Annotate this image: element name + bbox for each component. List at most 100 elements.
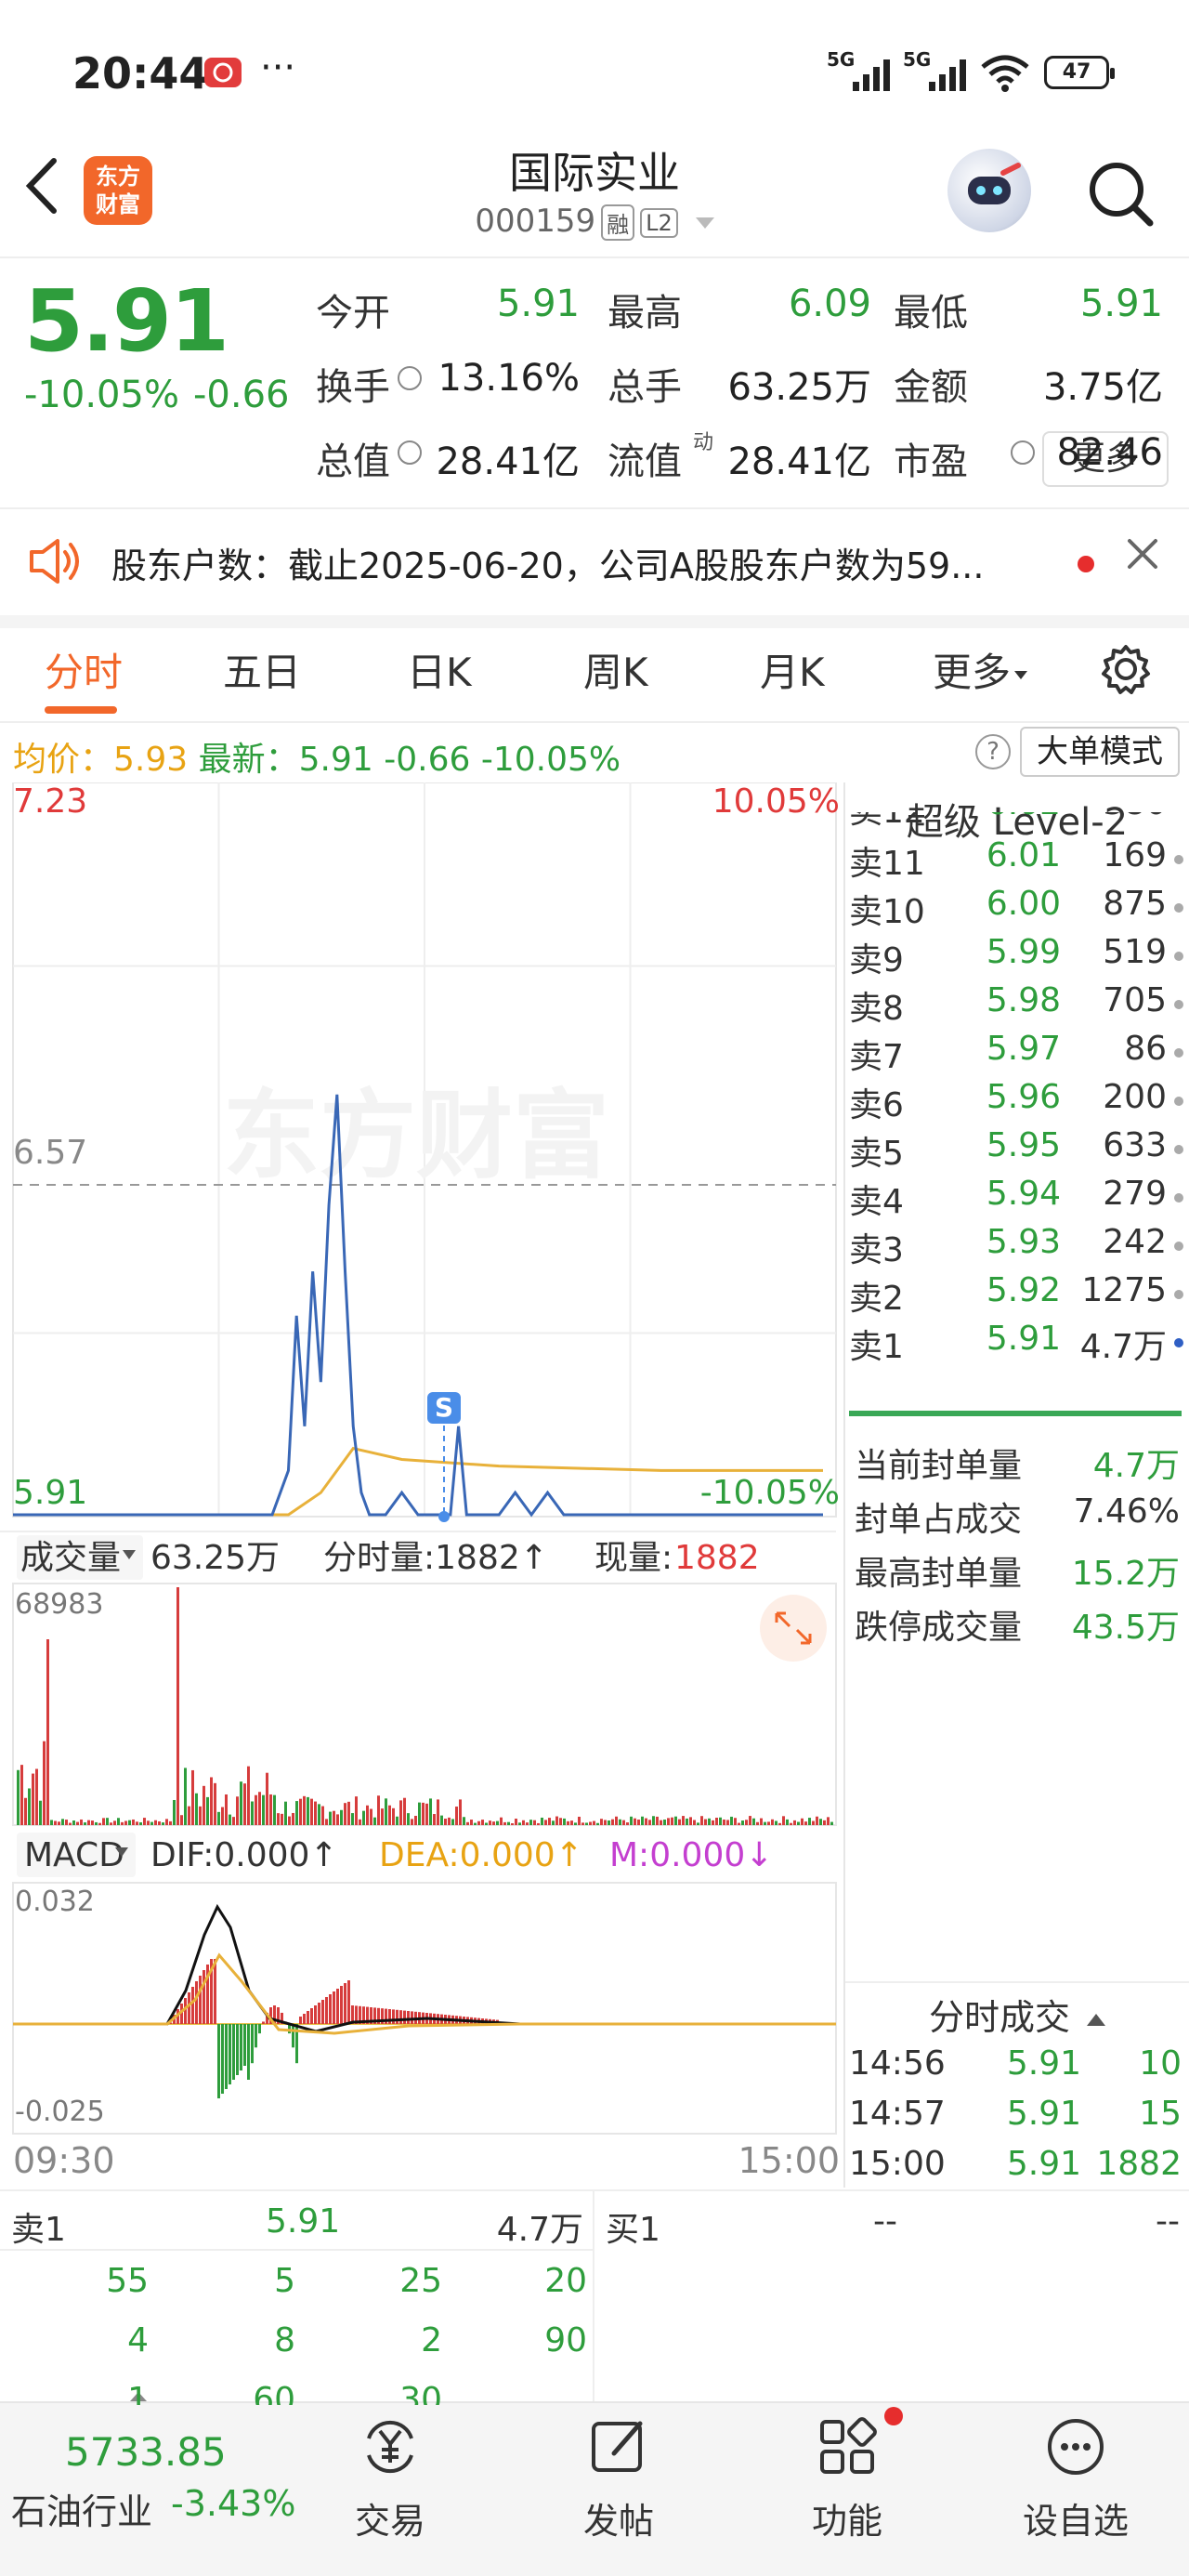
volume-bar xyxy=(98,1822,101,1825)
status-time: 20:44 xyxy=(72,48,209,99)
tick-vol: 10 xyxy=(1139,2044,1182,2083)
volume-bar xyxy=(106,1818,109,1825)
volume-bar xyxy=(403,1797,406,1825)
ob-level-vol: 279 xyxy=(1103,1175,1167,1213)
order-book-row[interactable]: 卖7 5.97 86 xyxy=(849,1030,1183,1078)
ob-level-price: 5.98 xyxy=(986,981,1061,1019)
sector-index-change[interactable]: -3.43% xyxy=(171,2483,295,2524)
order-book-row-partial[interactable]: 卖12 6.02380 xyxy=(849,812,1183,833)
help-icon[interactable]: ? xyxy=(975,734,1011,769)
volume-bar xyxy=(84,1822,86,1825)
order-book-row[interactable]: 卖2 5.92 1275 xyxy=(849,1271,1183,1320)
volume-bar xyxy=(303,1795,306,1825)
big-order-mode-button[interactable]: 大单模式 xyxy=(1020,727,1180,777)
order-book-row[interactable]: 卖11 6.01 169 xyxy=(849,836,1183,885)
expand-chart-button[interactable] xyxy=(760,1595,827,1662)
notice-unread-dot xyxy=(1078,556,1094,572)
volume-bar xyxy=(392,1807,395,1825)
info-circle-icon[interactable] xyxy=(1011,440,1035,465)
order-book-row[interactable]: 卖8 5.98 705 xyxy=(849,981,1183,1030)
ob-level-vol: 169 xyxy=(1103,836,1167,874)
ob-dot-icon xyxy=(1174,1097,1183,1106)
volume-bar xyxy=(574,1822,577,1825)
ticks-title[interactable]: 分时成交 xyxy=(845,1989,1189,2040)
order-book-row[interactable]: 卖9 5.99 519 xyxy=(849,933,1183,981)
macd-bar xyxy=(321,2000,324,2024)
macd-bar xyxy=(225,2024,228,2089)
volume-bar xyxy=(173,1799,176,1825)
quote-value-2: 5.91 xyxy=(1079,283,1163,325)
macd-bar xyxy=(240,2024,242,2070)
macd-pane-frame xyxy=(12,1882,837,2135)
volume-bar xyxy=(767,1821,770,1825)
volume-bar xyxy=(325,1819,328,1825)
volume-bar xyxy=(723,1819,725,1825)
order-book-row[interactable]: 卖5 5.95 633 xyxy=(849,1126,1183,1175)
volume-bar xyxy=(600,1819,603,1825)
close-icon xyxy=(1128,539,1157,569)
tab-intraday[interactable]: 分时 xyxy=(45,641,123,698)
quote-value-8: 82.46 xyxy=(1056,431,1163,474)
sector-index-name[interactable]: 石油行业 xyxy=(11,2483,152,2534)
ob-dot-icon xyxy=(1174,1048,1183,1058)
volume-bar xyxy=(515,1819,517,1825)
volume-bar xyxy=(485,1822,488,1825)
volume-bar xyxy=(749,1816,751,1825)
tab-five-day[interactable]: 五日 xyxy=(223,641,301,698)
macd-bar xyxy=(329,1994,332,2024)
info-circle-icon[interactable] xyxy=(398,440,422,465)
volume-bar xyxy=(604,1820,607,1825)
sector-index-value[interactable]: 5733.85 xyxy=(65,2429,227,2475)
active-tab-indicator xyxy=(45,706,117,714)
nav-watchlist-settings[interactable]: 设自选 xyxy=(1001,2414,1150,2543)
book-row-divider xyxy=(0,2249,594,2251)
intraday-info-line: 均价：5.93 最新：5.91 -0.66 -10.05% xyxy=(13,732,621,781)
info-circle-icon[interactable] xyxy=(398,366,422,390)
notice-text[interactable]: 股东户数：截止2025-06-20，公司A股股东户数为59... xyxy=(111,537,1050,588)
volume-bar xyxy=(425,1803,428,1825)
volume-bar xyxy=(318,1804,320,1825)
tab-weekly-k[interactable]: 周K xyxy=(583,641,648,698)
search-icon[interactable] xyxy=(1083,156,1157,230)
volume-bar xyxy=(236,1796,239,1825)
macd-bar xyxy=(191,1987,194,2024)
volume-bar xyxy=(634,1818,636,1825)
seal-stat-value: 43.5万 xyxy=(1071,1609,1180,1647)
volume-bar xyxy=(611,1819,614,1825)
order-book-row[interactable]: 卖4 5.94 279 xyxy=(849,1175,1183,1223)
status-bar: 20:44 ··· 5G 5G 47 xyxy=(0,0,1189,139)
tab-monthly-k[interactable]: 月K xyxy=(760,641,825,698)
volume-bar xyxy=(87,1820,90,1825)
y-tick-right-bottom: -10.05% xyxy=(700,1474,840,1512)
ob-dot-icon xyxy=(1174,952,1183,961)
y-tick-right-top: 10.05% xyxy=(712,782,840,821)
status-more-icon: ··· xyxy=(260,46,296,89)
tab-daily-k[interactable]: 日K xyxy=(407,641,472,698)
tab-more[interactable]: 更多 xyxy=(933,641,1028,698)
order-book-row[interactable]: 卖10 6.00 875 xyxy=(849,885,1183,933)
order-book-row[interactable]: 卖1 5.91 4.7万 xyxy=(849,1320,1183,1368)
volume-bar xyxy=(570,1820,573,1825)
volume-bar xyxy=(203,1785,205,1825)
ob-level-price: 5.94 xyxy=(986,1175,1061,1213)
settings-gear-icon[interactable] xyxy=(1100,643,1152,695)
chart-area[interactable]: 东方财富 7.23 6.57 5.91 10.05% -10.05% S 成交量 63.25万 分… xyxy=(0,782,845,2195)
order-book-row[interactable]: 卖6 5.96 200 xyxy=(849,1078,1183,1126)
macd-min-label: -0.025 xyxy=(15,2096,105,2128)
tick-time: 14:57 xyxy=(849,2095,946,2133)
ob-level-vol: 875 xyxy=(1103,885,1167,923)
order-book-row[interactable]: 卖3 5.93 242 xyxy=(849,1223,1183,1271)
notice-close-button[interactable] xyxy=(1122,533,1163,585)
quote-label-0: 今开 xyxy=(316,292,390,335)
volume-bar xyxy=(206,1796,209,1825)
volume-bar xyxy=(652,1816,655,1825)
quote-value-3: 13.16% xyxy=(438,357,580,400)
volume-bar xyxy=(511,1822,514,1825)
assistant-robot-avatar[interactable] xyxy=(947,149,1031,232)
nav-post[interactable]: 发帖 xyxy=(544,2414,693,2543)
nav-trade[interactable]: 交易 xyxy=(316,2414,464,2543)
sell-signal-label: S xyxy=(435,1392,453,1423)
nav-functions[interactable]: 功能 xyxy=(773,2414,921,2543)
tick-price: 5.91 xyxy=(1006,2044,1081,2083)
volume-bar xyxy=(429,1798,432,1825)
